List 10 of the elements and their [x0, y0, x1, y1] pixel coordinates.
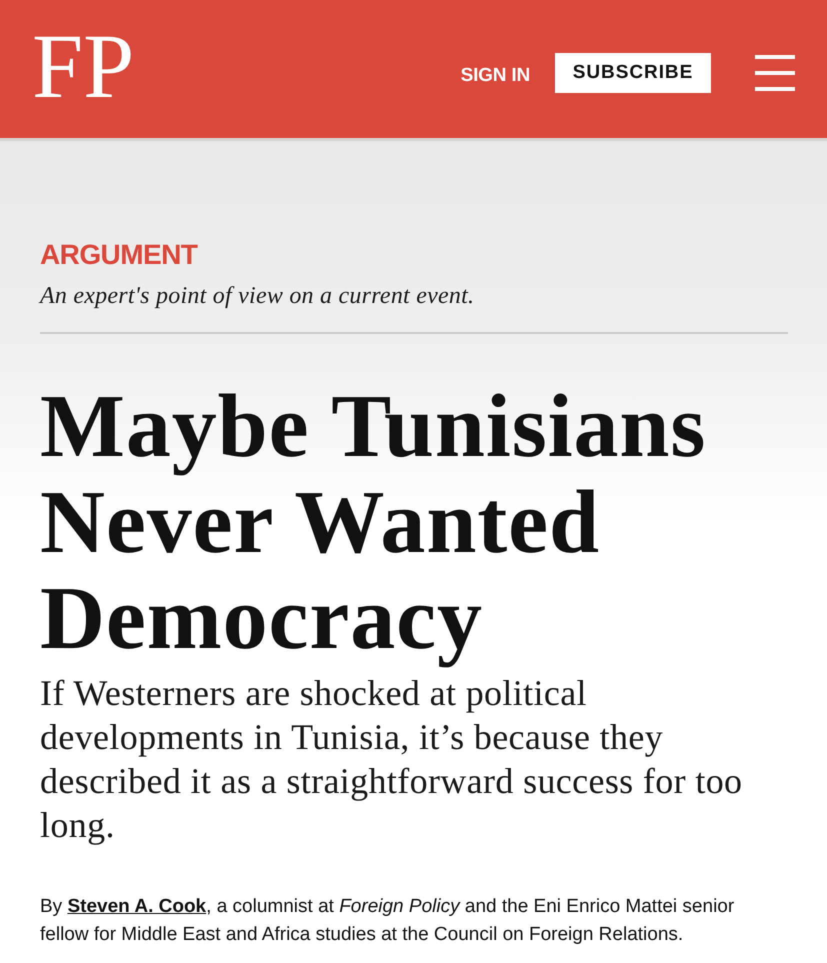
article-subtitle: If Westerners are shocked at political developments in Tunisia, it’s because they described it as a straightforward success for too long.	[40, 672, 744, 847]
byline: By Steven A. Cook, a columnist at Foreign Policy and the Eni Enrico Mattei senior fellow for Middle East and Africa studies at the Council on Foreign Relations.	[40, 895, 736, 947]
author-link[interactable]: Steven A. Cook	[67, 896, 206, 917]
sign-in-link[interactable]: SIGN IN	[460, 62, 530, 90]
section-label: ARGUMENT	[40, 238, 198, 272]
menu-icon[interactable]	[755, 54, 795, 92]
site-logo[interactable]: FP	[32, 20, 134, 112]
subscribe-button[interactable]: SUBSCRIBE	[555, 53, 711, 93]
section-description: An expert's point of view on a current event.	[40, 282, 476, 311]
headline: Maybe Tunisians Never Wanted Democracy	[40, 379, 708, 667]
